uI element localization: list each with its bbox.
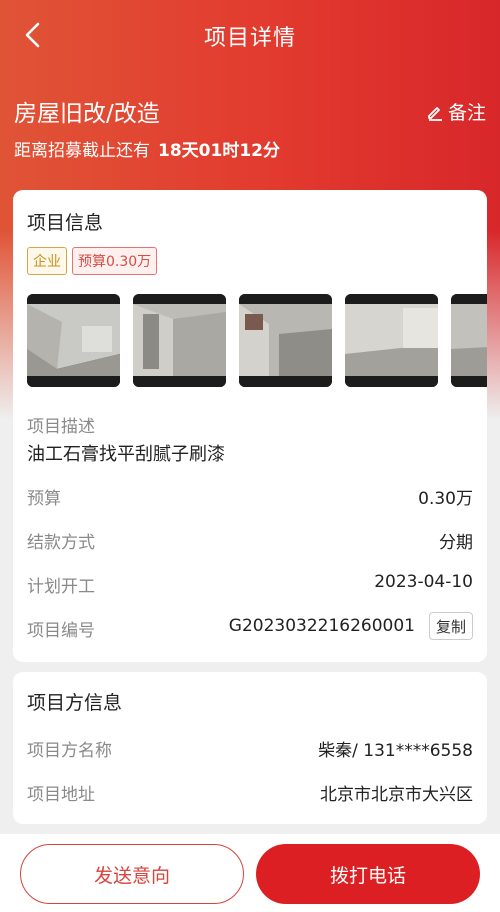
- edit-icon: [428, 106, 442, 121]
- owner-name-value: 柴秦/ 131****6558: [318, 741, 473, 761]
- chevron-left-icon: [25, 22, 40, 48]
- deadline-countdown: 距离招募截止还有 18 天 01 时 12 分: [14, 136, 280, 161]
- project-number-label: 项目编号: [27, 621, 95, 641]
- project-info-card: 项目信息 企业 预算0.30万 项目描述 油工石膏找平刮腻子刷漆 预算 0.30…: [13, 190, 487, 662]
- address-value: 北京市北京市大兴区: [320, 785, 473, 805]
- deadline-prefix: 距离招募截止还有: [14, 141, 150, 161]
- photo-thumbnail[interactable]: [345, 294, 438, 387]
- tag-list: 企业 预算0.30万: [27, 247, 158, 275]
- budget-value: 0.30万: [418, 489, 473, 509]
- description-label: 项目描述: [27, 417, 95, 437]
- project-owner-title: 项目方信息: [27, 692, 123, 714]
- project-number-row: 项目编号 G2023032216260001 复制: [27, 612, 473, 646]
- deadline-hours-unit: 时: [222, 141, 240, 161]
- room-photo-image: [239, 294, 332, 387]
- deadline-minutes: 12: [239, 141, 264, 161]
- nav-bar: 项目详情: [0, 0, 500, 72]
- project-title: 房屋旧改/改造: [14, 101, 160, 127]
- planned-start-row: 计划开工 2023-04-10: [27, 572, 473, 602]
- call-button[interactable]: 拨打电话: [256, 844, 480, 904]
- photo-strip[interactable]: [27, 294, 487, 388]
- room-photo-image: [27, 294, 120, 387]
- planned-start-value: 2023-04-10: [374, 572, 473, 592]
- send-intent-button[interactable]: 发送意向: [20, 844, 244, 904]
- note-label: 备注: [447, 102, 486, 124]
- description-value: 油工石膏找平刮腻子刷漆: [27, 444, 225, 465]
- deadline-days-unit: 天: [181, 141, 199, 161]
- photo-thumbnail[interactable]: [451, 294, 487, 387]
- copy-button[interactable]: 复制: [428, 612, 473, 640]
- owner-name-row: 项目方名称 柴秦/ 131****6558: [27, 736, 473, 766]
- deadline-minutes-unit: 分: [263, 141, 281, 161]
- payment-method-label: 结款方式: [27, 533, 95, 553]
- budget-row: 预算 0.30万: [27, 484, 473, 514]
- photo-thumbnail[interactable]: [239, 294, 332, 387]
- payment-method-value: 分期: [439, 533, 473, 553]
- note-button[interactable]: 备注: [426, 98, 486, 125]
- deadline-hours: 01: [198, 141, 223, 161]
- room-photo-image: [451, 294, 487, 387]
- address-row: 项目地址 北京市北京市大兴区: [27, 780, 473, 810]
- deadline-days: 18: [158, 141, 182, 161]
- budget-tag: 预算0.30万: [72, 247, 158, 275]
- address-label: 项目地址: [27, 785, 95, 805]
- back-button[interactable]: [18, 20, 48, 50]
- page-title: 项目详情: [203, 26, 296, 51]
- bottom-action-bar: 发送意向 拨打电话: [0, 834, 500, 912]
- photo-thumbnail[interactable]: [27, 294, 120, 387]
- room-photo-image: [133, 294, 226, 387]
- project-info-title: 项目信息: [27, 212, 104, 234]
- project-owner-card: 项目方信息 项目方名称 柴秦/ 131****6558 项目地址 北京市北京市大…: [13, 672, 487, 824]
- enterprise-tag: 企业: [27, 247, 67, 275]
- payment-method-row: 结款方式 分期: [27, 528, 473, 558]
- owner-name-label: 项目方名称: [27, 741, 112, 761]
- room-photo-image: [345, 294, 438, 387]
- budget-label: 预算: [27, 489, 61, 509]
- planned-start-label: 计划开工: [27, 577, 95, 597]
- photo-thumbnail[interactable]: [133, 294, 226, 387]
- project-number-value: G2023032216260001: [228, 616, 415, 636]
